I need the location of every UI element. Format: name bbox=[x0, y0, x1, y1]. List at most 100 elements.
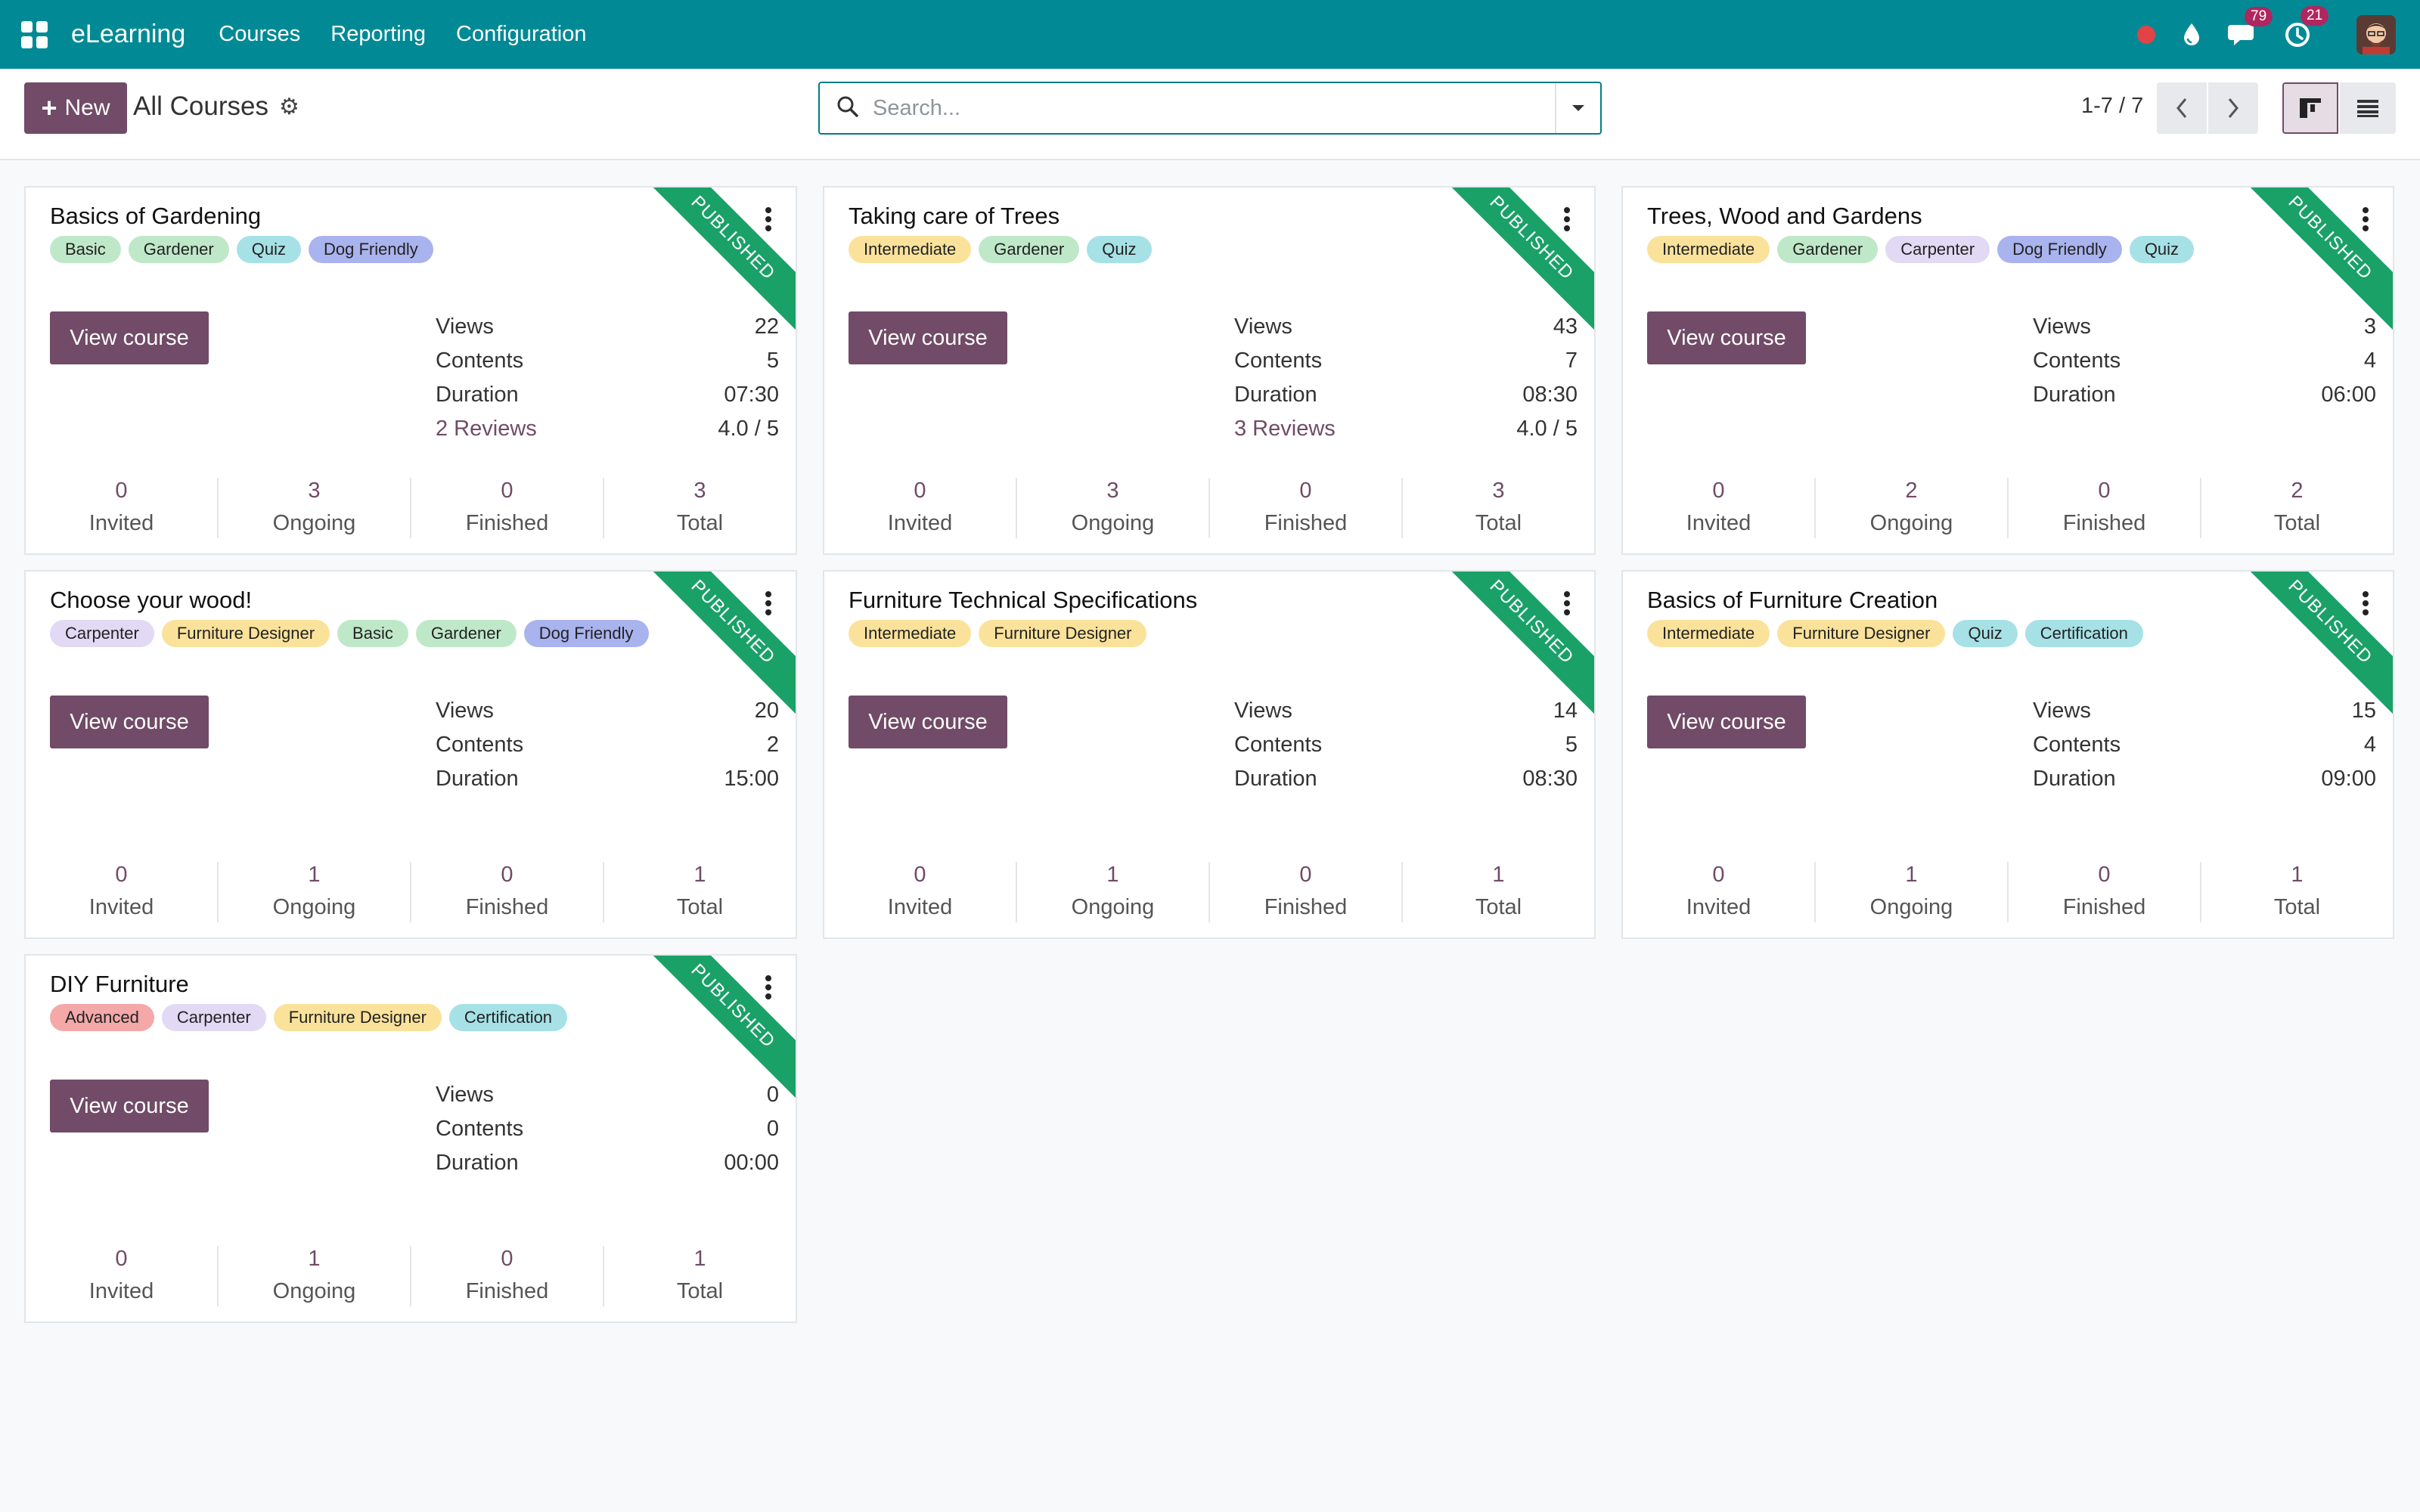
stat-row: Contents 4 bbox=[2033, 728, 2376, 762]
app-brand[interactable]: eLearning bbox=[71, 20, 185, 49]
reviews-link[interactable]: 3 Reviews bbox=[1234, 412, 1336, 446]
messages-icon[interactable]: 79 bbox=[2228, 6, 2273, 48]
counter-invited[interactable]: 0 Invited bbox=[1623, 478, 1816, 538]
counter-total[interactable]: 1 Total bbox=[2201, 862, 2393, 922]
card-menu-icon[interactable] bbox=[1564, 591, 1571, 618]
counter-finished[interactable]: 0 Finished bbox=[2009, 862, 2201, 922]
counter-finished[interactable]: 0 Finished bbox=[2009, 478, 2201, 538]
counter-ongoing[interactable]: 1 Ongoing bbox=[219, 862, 411, 922]
course-card[interactable]: PUBLISHED Choose your wood! Carpenter Furni… bbox=[24, 570, 797, 939]
counter-ongoing[interactable]: 3 Ongoing bbox=[1017, 478, 1210, 538]
stat-value: 0 bbox=[766, 1083, 779, 1107]
counter-invited[interactable]: 0 Invited bbox=[824, 862, 1017, 922]
counter-finished[interactable]: 0 Finished bbox=[411, 862, 604, 922]
view-course-button[interactable]: View course bbox=[50, 311, 209, 364]
counter-value: 0 bbox=[501, 1247, 513, 1271]
course-card[interactable]: PUBLISHED DIY Furniture Advanced Carpenter F… bbox=[24, 954, 797, 1323]
pager-value[interactable]: 1-7 / 7 bbox=[2081, 94, 2143, 119]
course-title[interactable]: Basics of Gardening bbox=[50, 203, 261, 230]
apps-grid-icon[interactable] bbox=[21, 20, 48, 48]
course-tag: Intermediate bbox=[849, 236, 972, 263]
view-course-button[interactable]: View course bbox=[50, 696, 209, 748]
counter-total[interactable]: 1 Total bbox=[1403, 862, 1594, 922]
course-card[interactable]: PUBLISHED Trees, Wood and Gardens Intermed… bbox=[1621, 186, 2394, 555]
new-button[interactable]: + New bbox=[24, 82, 127, 134]
card-menu-icon[interactable] bbox=[2363, 207, 2370, 234]
stat-row: Duration 09:00 bbox=[2033, 762, 2376, 796]
counter-ongoing[interactable]: 1 Ongoing bbox=[219, 1246, 411, 1306]
view-course-button[interactable]: View course bbox=[849, 311, 1007, 364]
counter-ongoing[interactable]: 1 Ongoing bbox=[1017, 862, 1210, 922]
menu-courses[interactable]: Courses bbox=[219, 22, 300, 47]
course-tag: Intermediate bbox=[1647, 236, 1770, 263]
course-tag: Gardener bbox=[128, 236, 229, 263]
counter-total[interactable]: 1 Total bbox=[604, 1246, 796, 1306]
counter-finished[interactable]: 0 Finished bbox=[411, 478, 604, 538]
counter-invited[interactable]: 0 Invited bbox=[26, 862, 219, 922]
course-title[interactable]: Basics of Furniture Creation bbox=[1647, 587, 1938, 614]
counter-invited[interactable]: 0 Invited bbox=[824, 478, 1017, 538]
course-card[interactable]: PUBLISHED Basics of Furniture Creation Int… bbox=[1621, 570, 2394, 939]
stat-label: Views bbox=[436, 314, 494, 339]
counter-total[interactable]: 3 Total bbox=[604, 478, 796, 538]
activities-clock-icon[interactable]: 21 bbox=[2284, 5, 2329, 48]
course-title[interactable]: DIY Furniture bbox=[50, 971, 189, 998]
search-options-toggle[interactable] bbox=[1555, 83, 1600, 133]
card-menu-icon[interactable] bbox=[1564, 207, 1571, 234]
counter-ongoing[interactable]: 3 Ongoing bbox=[219, 478, 411, 538]
counter-total[interactable]: 1 Total bbox=[604, 862, 796, 922]
course-card[interactable]: PUBLISHED Taking care of Trees Intermediat… bbox=[823, 186, 1596, 555]
course-tags: Intermediate Gardener Carpenter Dog Friendl… bbox=[1647, 236, 2252, 263]
counter-invited[interactable]: 0 Invited bbox=[26, 1246, 219, 1306]
course-title[interactable]: Taking care of Trees bbox=[849, 203, 1060, 230]
course-tag: Certification bbox=[2024, 620, 2143, 647]
pager-previous-button[interactable] bbox=[2157, 82, 2207, 134]
stat-row[interactable]: 2 Reviews 4.0 / 5 bbox=[436, 412, 779, 446]
counter-ongoing[interactable]: 2 Ongoing bbox=[1816, 478, 2009, 538]
menu-reporting[interactable]: Reporting bbox=[330, 22, 426, 47]
view-course-button[interactable]: View course bbox=[1647, 311, 1806, 364]
view-course-button[interactable]: View course bbox=[849, 696, 1007, 748]
course-title[interactable]: Furniture Technical Specifications bbox=[849, 587, 1197, 614]
menu-configuration[interactable]: Configuration bbox=[456, 22, 587, 47]
counter-finished[interactable]: 0 Finished bbox=[1210, 478, 1403, 538]
counter-finished[interactable]: 0 Finished bbox=[411, 1246, 604, 1306]
course-tags: Carpenter Furniture Designer Basic Gardener… bbox=[50, 620, 655, 647]
counter-ongoing[interactable]: 1 Ongoing bbox=[1816, 862, 2009, 922]
card-menu-icon[interactable] bbox=[765, 207, 773, 234]
user-avatar[interactable] bbox=[2356, 14, 2396, 54]
chevron-right-icon bbox=[2228, 98, 2238, 118]
course-tag: Carpenter bbox=[1885, 236, 1990, 263]
card-menu-icon[interactable] bbox=[765, 975, 773, 1002]
view-course-button[interactable]: View course bbox=[50, 1080, 209, 1132]
course-card[interactable]: PUBLISHED Furniture Technical Specificati… bbox=[823, 570, 1596, 939]
drop-icon[interactable] bbox=[2181, 22, 2202, 48]
counter-label: Finished bbox=[2062, 895, 2146, 919]
reviews-link[interactable]: 2 Reviews bbox=[436, 412, 537, 446]
course-card[interactable]: PUBLISHED Basics of Gardening Basic Gardene… bbox=[24, 186, 797, 555]
counter-invited[interactable]: 0 Invited bbox=[1623, 862, 1816, 922]
stat-row: Contents 4 bbox=[2033, 344, 2376, 378]
stat-row[interactable]: 3 Reviews 4.0 / 5 bbox=[1234, 412, 1578, 446]
counter-invited[interactable]: 0 Invited bbox=[26, 478, 219, 538]
course-title[interactable]: Trees, Wood and Gardens bbox=[1647, 203, 1922, 230]
pager-next-button[interactable] bbox=[2208, 82, 2258, 134]
counter-finished[interactable]: 0 Finished bbox=[1210, 862, 1403, 922]
counter-total[interactable]: 2 Total bbox=[2201, 478, 2393, 538]
kanban-view-button[interactable] bbox=[2282, 82, 2338, 134]
plus-icon: + bbox=[41, 92, 57, 123]
search-icon[interactable] bbox=[836, 95, 859, 122]
course-tag: Furniture Designer bbox=[1777, 620, 1946, 647]
counter-label: Total bbox=[2273, 511, 2321, 535]
record-status-icon[interactable] bbox=[2137, 25, 2155, 44]
list-view-button[interactable] bbox=[2340, 82, 2396, 134]
card-menu-icon[interactable] bbox=[765, 591, 773, 618]
search-input[interactable] bbox=[873, 85, 1555, 131]
stat-value: 22 bbox=[754, 314, 779, 339]
course-title[interactable]: Choose your wood! bbox=[50, 587, 252, 614]
gear-icon[interactable]: ⚙ bbox=[279, 94, 299, 120]
course-tags: Advanced Carpenter Furniture Designer Certi… bbox=[50, 1004, 655, 1031]
card-menu-icon[interactable] bbox=[2363, 591, 2370, 618]
counter-total[interactable]: 3 Total bbox=[1403, 478, 1594, 538]
view-course-button[interactable]: View course bbox=[1647, 696, 1806, 748]
